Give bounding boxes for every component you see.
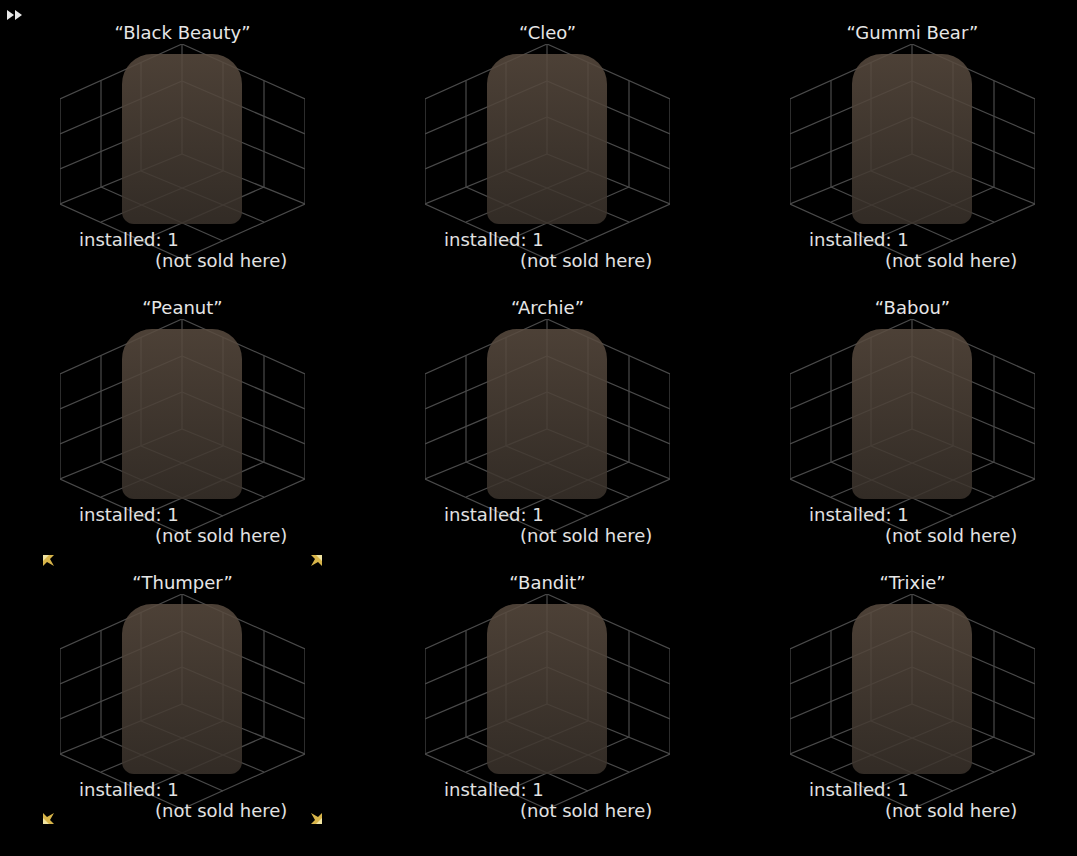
item-photo (852, 329, 972, 499)
sale-note: (not sold here) (155, 525, 287, 546)
item-name: “Gummi Bear” (847, 20, 979, 46)
item-photo (122, 329, 242, 499)
item-stage (790, 594, 1035, 809)
item-stage (425, 319, 670, 534)
sale-note: (not sold here) (885, 250, 1017, 271)
installed-count: installed: 1 (444, 779, 652, 800)
item-name: “Thumper” (132, 570, 233, 596)
item-stage (60, 319, 305, 534)
selection-corner-icon (309, 811, 323, 825)
item-stage (60, 44, 305, 259)
item-info: installed: 1(not sold here) (809, 504, 1017, 546)
item-info: installed: 1(not sold here) (79, 779, 287, 821)
sale-note: (not sold here) (885, 800, 1017, 821)
item-name: “Bandit” (509, 570, 585, 596)
item-stage (425, 44, 670, 259)
item-card[interactable]: “Archie” installed: 1(not sold here) (365, 295, 730, 570)
installed-count: installed: 1 (444, 504, 652, 525)
sale-note: (not sold here) (885, 525, 1017, 546)
item-card[interactable]: “Peanut” installed: 1(not sold here) (0, 295, 365, 570)
sale-note: (not sold here) (520, 525, 652, 546)
installed-count: installed: 1 (809, 504, 1017, 525)
item-photo (852, 54, 972, 224)
item-card[interactable]: “Bandit” installed: 1(not sold here) (365, 570, 730, 845)
installed-count: installed: 1 (809, 229, 1017, 250)
item-name: “Black Beauty” (114, 20, 250, 46)
item-photo (122, 604, 242, 774)
item-card[interactable]: “Cleo” installed: 1(not sold here) (365, 20, 730, 295)
shop-page: “Black Beauty”installed: 1(not sold here… (0, 0, 1077, 856)
fast-forward-icon[interactable] (7, 9, 23, 21)
item-info: installed: 1(not sold here) (809, 229, 1017, 271)
selection-corner-icon (42, 811, 56, 825)
item-photo (852, 604, 972, 774)
installed-count: installed: 1 (79, 504, 287, 525)
item-stage (425, 594, 670, 809)
item-info: installed: 1(not sold here) (444, 229, 652, 271)
item-name: “Cleo” (519, 20, 576, 46)
sale-note: (not sold here) (520, 800, 652, 821)
item-card[interactable]: “Gummi Bear” installed: 1(not sold here) (730, 20, 1077, 295)
item-info: installed: 1(not sold here) (444, 779, 652, 821)
item-name: “Babou” (875, 295, 950, 321)
sale-note: (not sold here) (520, 250, 652, 271)
installed-count: installed: 1 (809, 779, 1017, 800)
item-card[interactable]: “Trixie” installed: 1(not sold here) (730, 570, 1077, 845)
item-info: installed: 1(not sold here) (809, 779, 1017, 821)
sale-note: (not sold here) (155, 250, 287, 271)
item-stage (60, 594, 305, 809)
item-card[interactable]: “Black Beauty” installed: 1(not sold here… (0, 20, 365, 295)
sale-note: (not sold here) (155, 800, 287, 821)
item-card[interactable]: “Thumper” installed: 1(not sold here) (0, 570, 365, 845)
item-name: “Trixie” (879, 570, 945, 596)
selection-corner-icon (42, 554, 56, 568)
item-info: installed: 1(not sold here) (79, 504, 287, 546)
item-name: “Archie” (511, 295, 584, 321)
installed-count: installed: 1 (79, 229, 287, 250)
item-info: installed: 1(not sold here) (444, 504, 652, 546)
installed-count: installed: 1 (444, 229, 652, 250)
item-stage (790, 44, 1035, 259)
item-photo (487, 54, 607, 224)
item-photo (122, 54, 242, 224)
item-photo (487, 329, 607, 499)
installed-count: installed: 1 (79, 779, 287, 800)
item-card[interactable]: “Babou” installed: 1(not sold here) (730, 295, 1077, 570)
item-photo (487, 604, 607, 774)
item-name: “Peanut” (142, 295, 222, 321)
item-stage (790, 319, 1035, 534)
item-info: installed: 1(not sold here) (79, 229, 287, 271)
selection-corner-icon (309, 554, 323, 568)
item-grid: “Black Beauty”installed: 1(not sold here… (0, 20, 1077, 845)
